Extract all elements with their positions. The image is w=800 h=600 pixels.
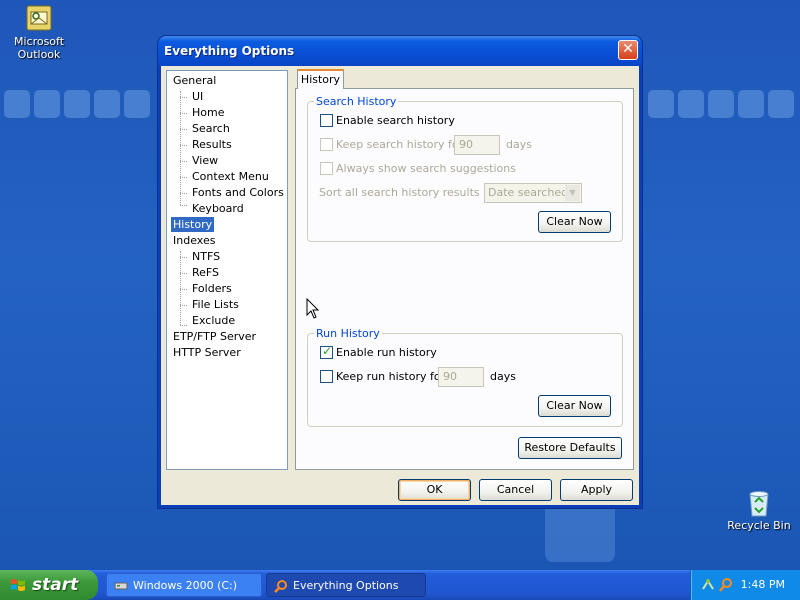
taskbar: start Windows 2000 (C:) Everything Optio… bbox=[0, 570, 800, 600]
tree-item-folders[interactable]: Folders bbox=[190, 281, 234, 296]
everything-tray-icon[interactable] bbox=[719, 577, 733, 593]
tree-connector bbox=[180, 177, 187, 178]
tree-connector bbox=[180, 205, 187, 206]
everything-search-icon bbox=[274, 580, 287, 593]
clear-run-history-button[interactable]: Clear Now bbox=[538, 395, 611, 417]
tab-history[interactable]: History bbox=[297, 69, 344, 89]
tree-connector bbox=[180, 161, 187, 162]
enable-search-history-label[interactable]: Enable search history bbox=[336, 114, 455, 128]
tree-item-exclude[interactable]: Exclude bbox=[190, 313, 237, 328]
tree-item-ui[interactable]: UI bbox=[190, 89, 205, 104]
tree-item-general[interactable]: General bbox=[171, 73, 218, 88]
outlook-label: Microsoft Outlook bbox=[13, 35, 65, 61]
tree-connector bbox=[180, 289, 187, 290]
tree-connector bbox=[180, 113, 187, 114]
enable-search-history-checkbox[interactable] bbox=[320, 114, 333, 127]
window-titlebar[interactable]: Everything Options ✕ bbox=[158, 36, 642, 66]
sort-search-history-select: Date searched ▼ bbox=[484, 183, 582, 203]
close-button[interactable]: ✕ bbox=[618, 40, 638, 60]
tree-connector bbox=[180, 257, 187, 258]
close-icon: ✕ bbox=[622, 41, 634, 57]
tree-item-file-lists[interactable]: File Lists bbox=[190, 297, 241, 312]
drive-icon bbox=[114, 582, 128, 590]
tree-connector bbox=[180, 251, 181, 325]
tree-item-http-server[interactable]: HTTP Server bbox=[171, 345, 243, 360]
search-suggestions-label: Always show search suggestions bbox=[336, 162, 516, 175]
tree-connector bbox=[180, 273, 187, 274]
restore-defaults-button[interactable]: Restore Defaults bbox=[518, 437, 622, 459]
windows-logo-icon bbox=[11, 579, 25, 591]
tree-item-ntfs[interactable]: NTFS bbox=[190, 249, 222, 264]
apply-button[interactable]: Apply bbox=[560, 479, 633, 501]
keep-run-history-checkbox[interactable] bbox=[320, 370, 333, 383]
tree-item-search[interactable]: Search bbox=[190, 121, 232, 136]
recycle-bin-label: Recycle Bin bbox=[727, 519, 791, 532]
keep-run-history-label[interactable]: Keep run history for bbox=[336, 370, 445, 384]
tree-item-refs[interactable]: ReFS bbox=[190, 265, 221, 280]
recycle-bin-desktop-icon[interactable]: Recycle Bin bbox=[724, 488, 794, 532]
start-button[interactable]: start bbox=[0, 570, 98, 600]
window-client: General UI Home Search Results View Cont… bbox=[161, 66, 639, 505]
system-tray: 1:48 PM bbox=[690, 570, 800, 600]
tree-connector bbox=[180, 325, 187, 326]
clock: 1:48 PM bbox=[740, 578, 785, 591]
tree-item-fonts-and-colors[interactable]: Fonts and Colors bbox=[190, 185, 286, 200]
tree-item-keyboard[interactable]: Keyboard bbox=[190, 201, 246, 216]
cancel-button[interactable]: Cancel bbox=[479, 479, 552, 501]
taskbar-item-label: Windows 2000 (C:) bbox=[133, 579, 238, 592]
tree-item-view[interactable]: View bbox=[190, 153, 220, 168]
tree-connector bbox=[180, 129, 187, 130]
run-history-group: Run History ✓ Enable run history Keep ru… bbox=[307, 327, 623, 427]
keep-run-history-days-input: 90 bbox=[438, 367, 484, 387]
search-history-legend: Search History bbox=[314, 95, 399, 108]
search-history-group: Search History Enable search history Kee… bbox=[307, 95, 623, 242]
checkmark-icon: ✓ bbox=[322, 344, 333, 358]
keep-search-history-unit: days bbox=[506, 138, 532, 151]
sort-search-history-label: Sort all search history results by: bbox=[319, 186, 500, 199]
window-title: Everything Options bbox=[164, 44, 295, 58]
keep-run-history-unit: days bbox=[490, 370, 516, 383]
enable-run-history-label[interactable]: Enable run history bbox=[336, 346, 437, 360]
tree-connector bbox=[180, 305, 187, 306]
recycle-bin-icon bbox=[745, 488, 773, 517]
enable-run-history-checkbox[interactable]: ✓ bbox=[320, 344, 333, 359]
tree-item-ftp-server[interactable]: ETP/FTP Server bbox=[171, 329, 258, 344]
options-tree[interactable]: General UI Home Search Results View Cont… bbox=[166, 70, 288, 470]
tree-connector bbox=[180, 145, 187, 146]
keep-search-history-days-input: 90 bbox=[454, 135, 500, 155]
search-suggestions-checkbox bbox=[320, 162, 333, 175]
taskbar-item-everything-options[interactable]: Everything Options bbox=[266, 573, 426, 597]
tree-item-home[interactable]: Home bbox=[190, 105, 226, 120]
outlook-icon bbox=[25, 4, 53, 32]
sort-search-history-value: Date searched bbox=[488, 186, 569, 199]
mouse-cursor-icon bbox=[306, 298, 320, 319]
outlook-desktop-icon[interactable]: Microsoft Outlook bbox=[4, 4, 74, 61]
taskbar-item-windows-2000[interactable]: Windows 2000 (C:) bbox=[106, 573, 262, 597]
chevron-down-icon: ▼ bbox=[565, 185, 580, 201]
tree-item-results[interactable]: Results bbox=[190, 137, 234, 152]
tree-item-history[interactable]: History bbox=[171, 217, 215, 232]
tree-connector bbox=[180, 91, 181, 205]
keep-search-history-label: Keep search history for bbox=[336, 138, 464, 151]
options-window: Everything Options ✕ General UI Home Sea… bbox=[158, 36, 642, 508]
tree-item-context-menu[interactable]: Context Menu bbox=[190, 169, 271, 184]
clear-search-history-button[interactable]: Clear Now bbox=[538, 211, 611, 233]
tree-item-indexes[interactable]: Indexes bbox=[171, 233, 217, 248]
history-tab-pane: Search History Enable search history Kee… bbox=[295, 88, 634, 470]
ok-button[interactable]: OK bbox=[398, 479, 471, 501]
taskbar-item-label: Everything Options bbox=[293, 579, 399, 592]
keep-search-history-checkbox bbox=[320, 138, 333, 151]
network-tray-icon[interactable] bbox=[701, 577, 715, 593]
tree-connector bbox=[180, 97, 187, 98]
tree-connector bbox=[180, 193, 187, 194]
start-label: start bbox=[32, 575, 79, 595]
run-history-legend: Run History bbox=[314, 327, 382, 340]
